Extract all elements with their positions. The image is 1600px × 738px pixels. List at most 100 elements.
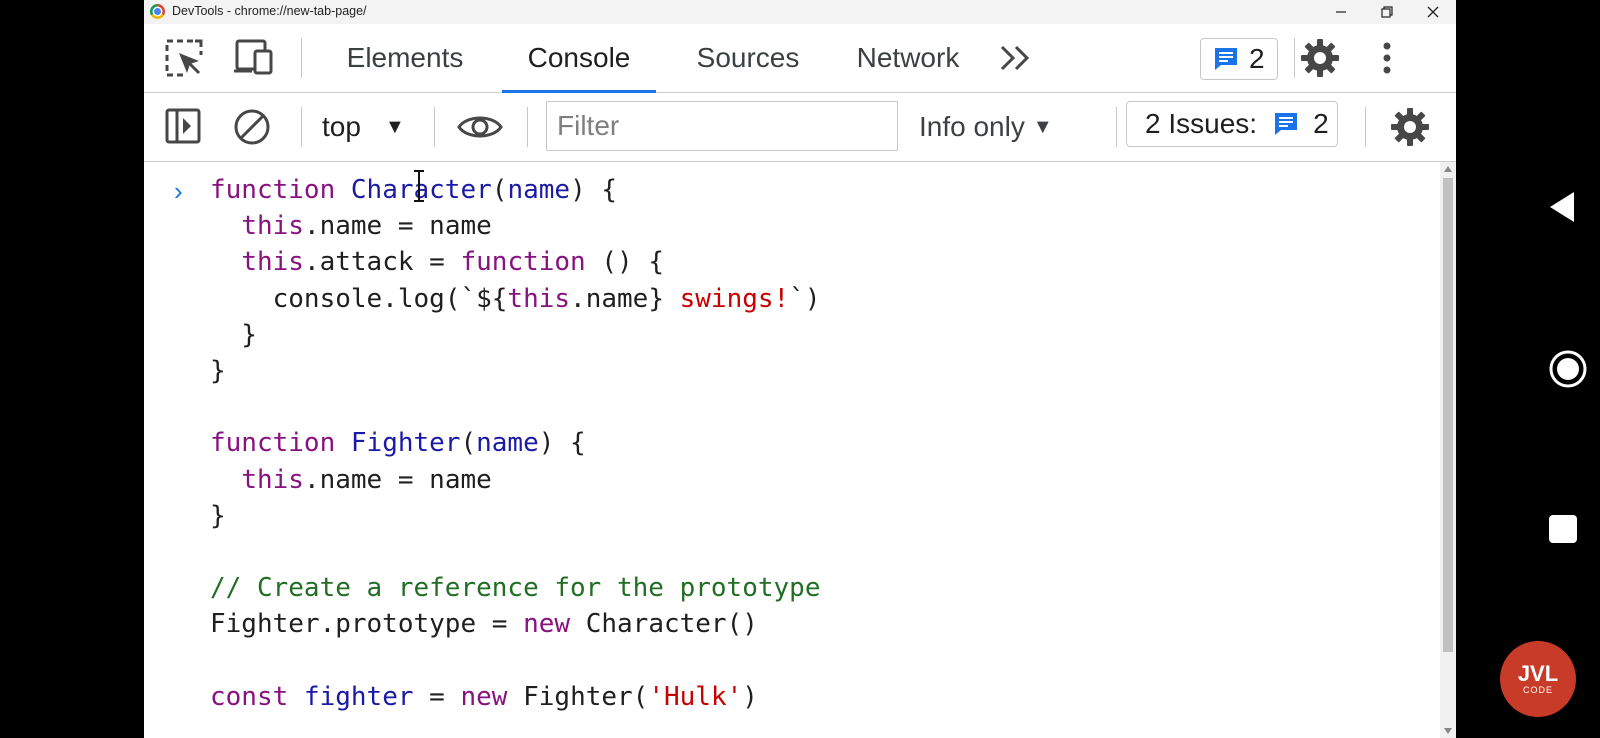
- tab-console[interactable]: Console: [502, 24, 656, 93]
- more-options-icon[interactable]: [1372, 38, 1402, 78]
- code-line: const fighter = new Fighter('Hulk'): [210, 679, 821, 715]
- log-levels-dropdown[interactable]: Info only ▼: [919, 93, 1053, 161]
- code-token: Fighter.prototype =: [210, 609, 524, 640]
- scroll-up-arrow-icon[interactable]: [1444, 166, 1452, 172]
- issues-label: 2 Issues:: [1145, 108, 1258, 139]
- context-label: top: [322, 111, 361, 142]
- clear-console-icon[interactable]: [232, 107, 272, 147]
- code-line: this.name = name: [210, 208, 821, 244]
- code-token: this: [241, 464, 304, 495]
- code-token: .attack =: [303, 247, 461, 278]
- code-token: this: [241, 247, 304, 278]
- window-title: DevTools - chrome://new-tab-page/: [172, 4, 367, 18]
- code-token: this: [507, 283, 571, 314]
- code-token: (: [491, 175, 508, 205]
- android-home-icon[interactable]: [1548, 349, 1588, 389]
- dropdown-arrow-icon: ▼: [384, 115, 405, 138]
- android-recents-icon[interactable]: [1548, 514, 1578, 544]
- code-line: }: [210, 498, 821, 534]
- issues-button[interactable]: 2 Issues: 2: [1126, 101, 1338, 147]
- code-line: console.log(`${this.name} swings!`): [210, 281, 821, 317]
- code-token: `): [789, 283, 821, 314]
- code-line: function Fighter(name) {: [210, 425, 821, 461]
- code-token: this: [241, 211, 304, 242]
- code-token: function: [210, 428, 336, 459]
- code-token: .name}: [570, 283, 680, 314]
- code-line: }: [210, 353, 821, 389]
- code-token: .name = name: [303, 464, 492, 495]
- scroll-down-arrow-icon[interactable]: [1444, 728, 1452, 734]
- tab-elements[interactable]: Elements: [322, 24, 488, 92]
- code-token: }: [210, 355, 226, 386]
- more-tabs-chevron-icon[interactable]: [994, 42, 1038, 74]
- tab-sources[interactable]: Sources: [670, 24, 826, 92]
- code-token: }: [210, 319, 257, 350]
- title-bar: DevTools - chrome://new-tab-page/: [144, 0, 1456, 24]
- console-settings-gear-icon[interactable]: [1386, 105, 1434, 149]
- chrome-logo-icon: [150, 4, 165, 19]
- code-token: =: [413, 681, 461, 712]
- logo-text: JVL: [1517, 661, 1559, 686]
- code-line: // Create a reference for the prototype: [210, 570, 821, 606]
- tab-network[interactable]: Network: [840, 24, 976, 92]
- channel-logo: JVL CODE: [1500, 641, 1576, 717]
- console-prompt-icon: ›: [174, 176, 183, 206]
- dropdown-arrow-icon: ▼: [1032, 115, 1053, 138]
- code-line: }: [210, 317, 821, 353]
- code-token: (: [460, 428, 477, 459]
- console-toolbar: top ▼ Info only ▼ 2 Issues: 2: [144, 93, 1456, 162]
- code-token: swings!: [679, 283, 790, 314]
- console-area[interactable]: › function Character(name) { this.name =…: [144, 162, 1456, 738]
- code-token: }: [210, 500, 226, 531]
- context-selector[interactable]: top ▼: [322, 93, 405, 161]
- settings-gear-icon[interactable]: [1294, 36, 1346, 80]
- console-scrollbar[interactable]: [1440, 162, 1456, 738]
- inspect-element-icon[interactable]: [164, 38, 204, 78]
- code-line: Fighter.prototype = new Character(): [210, 606, 821, 642]
- device-toolbar-icon[interactable]: [232, 38, 276, 78]
- scrollbar-thumb[interactable]: [1443, 178, 1453, 652]
- code-token: new: [523, 609, 571, 640]
- divider: [1116, 107, 1117, 147]
- code-token: function: [210, 175, 336, 205]
- code-token: Fighter(: [507, 681, 649, 712]
- divider: [527, 107, 528, 147]
- messages-badge-button[interactable]: 2: [1200, 38, 1278, 80]
- code-token: () {: [585, 247, 664, 278]
- code-token: ) {: [570, 175, 618, 205]
- logo-subtext: CODE: [1522, 685, 1553, 695]
- divider: [301, 38, 302, 78]
- devtools-window: DevTools - chrome://new-tab-page/ Elemen…: [144, 0, 1456, 738]
- messages-count: 2: [1249, 43, 1265, 74]
- divider: [1365, 107, 1366, 147]
- code-token: ): [742, 681, 758, 712]
- minimize-icon[interactable]: [1318, 0, 1364, 24]
- code-line: this.name = name: [210, 462, 821, 498]
- code-line: this.attack = function () {: [210, 244, 821, 280]
- code-token: // Create a reference for the prototype: [210, 573, 821, 604]
- code-token: new: [460, 681, 508, 712]
- android-back-icon[interactable]: [1548, 190, 1576, 224]
- code-token: name: [507, 175, 571, 205]
- code-token: Character(): [570, 609, 758, 640]
- live-expression-eye-icon[interactable]: [456, 107, 504, 147]
- sidebar-toggle-icon[interactable]: [164, 107, 202, 145]
- message-icon: [1275, 113, 1298, 135]
- code-token: 'Hulk': [648, 681, 743, 712]
- restore-icon[interactable]: [1364, 0, 1410, 24]
- console-input-code[interactable]: function Character(name) { this.name = n…: [210, 172, 821, 715]
- code-token: console.log(`${: [210, 283, 508, 314]
- filter-input[interactable]: [546, 101, 898, 151]
- close-icon[interactable]: [1410, 0, 1456, 24]
- panel-tab-bar: Elements Console Sources Network 2: [144, 24, 1456, 93]
- divider: [434, 107, 435, 147]
- code-line: function Character(name) {: [210, 172, 821, 208]
- code-token: name: [476, 428, 539, 459]
